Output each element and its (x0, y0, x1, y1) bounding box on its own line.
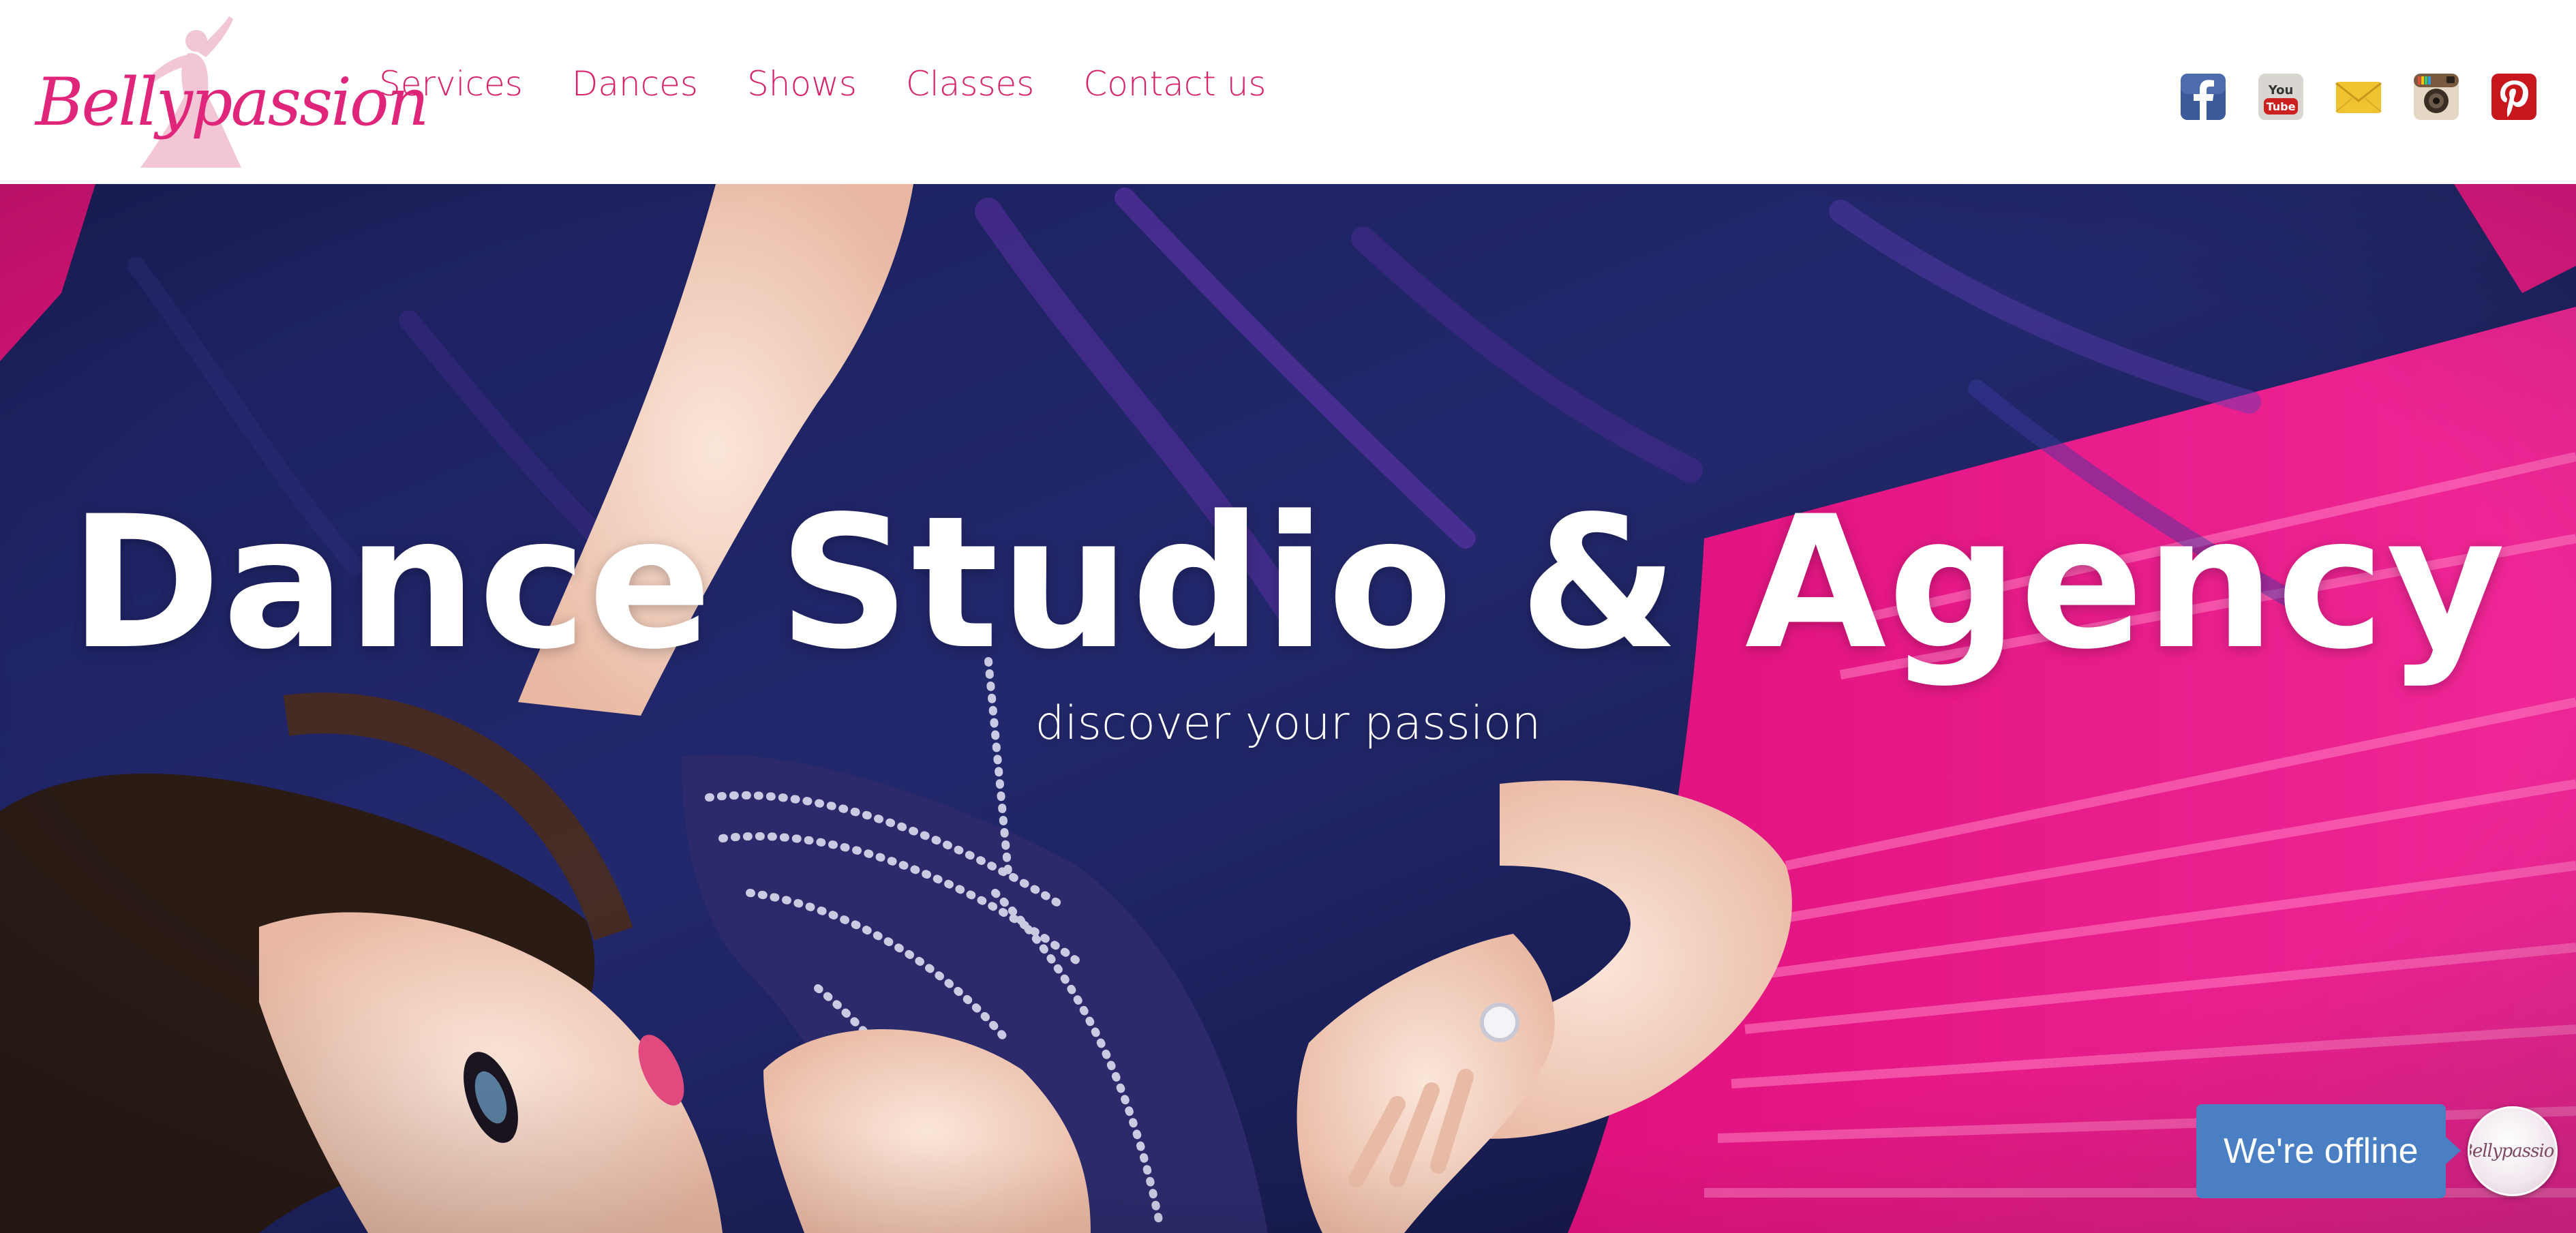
pinterest-link[interactable] (2490, 71, 2538, 123)
facebook-icon (2181, 74, 2226, 120)
main-nav: Services Dances Shows Classes Contact us (379, 64, 1315, 104)
hero-title: Dance Studio & Agency (69, 477, 2507, 690)
nav-item-services[interactable]: Services (379, 64, 523, 104)
logo-wordmark: Bellypassion (35, 64, 429, 140)
svg-text:You: You (2268, 83, 2294, 97)
hero-subtitle: discover your passion (1035, 697, 1541, 750)
site-logo[interactable]: Bellypassion (33, 10, 429, 170)
svg-text:Tube: Tube (2267, 100, 2296, 113)
chat-widget: We're offline Bellypassion (2196, 1104, 2558, 1198)
chat-avatar[interactable]: Bellypassion (2467, 1106, 2558, 1196)
chat-avatar-logo: Bellypassion (2470, 1141, 2556, 1161)
instagram-link[interactable] (2412, 71, 2460, 123)
email-icon (2335, 82, 2382, 113)
pinterest-icon (2491, 74, 2536, 120)
chat-offline-button[interactable]: We're offline (2196, 1104, 2460, 1198)
social-links: You Tube (2179, 71, 2538, 123)
youtube-link[interactable]: You Tube (2257, 71, 2305, 123)
hero-section: Dance Studio & Agency discover your pass… (0, 184, 2576, 1233)
nav-item-shows[interactable]: Shows (747, 64, 857, 104)
site-header: Bellypassion Services Dances Shows Class… (0, 0, 2576, 184)
nav-item-contact-us[interactable]: Contact us (1083, 64, 1266, 104)
nav-item-classes[interactable]: Classes (906, 64, 1034, 104)
youtube-icon: You Tube (2258, 74, 2303, 120)
email-link[interactable] (2335, 71, 2382, 123)
instagram-icon (2414, 74, 2459, 120)
nav-item-dances[interactable]: Dances (572, 64, 698, 104)
facebook-link[interactable] (2179, 71, 2227, 123)
